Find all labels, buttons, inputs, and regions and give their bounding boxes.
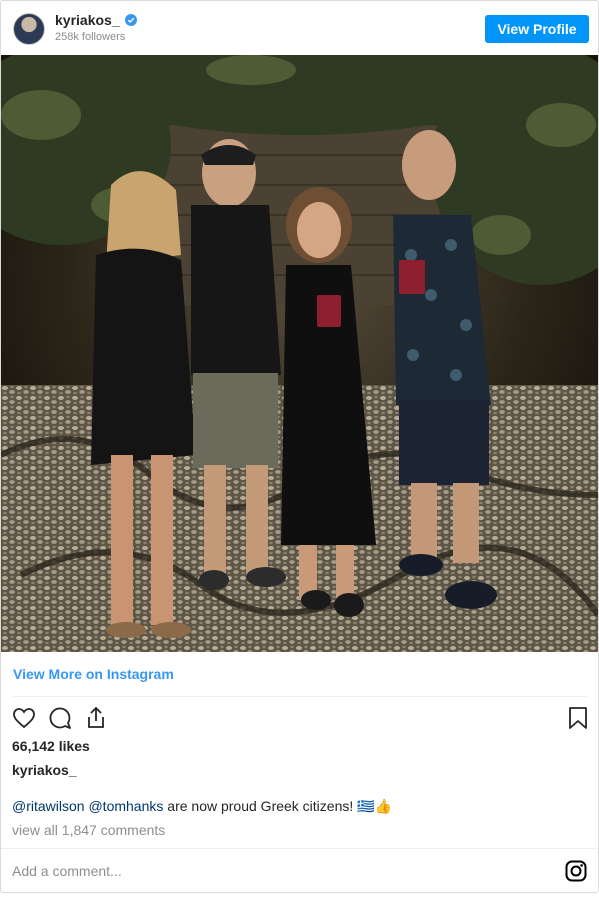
verified-badge-icon (124, 14, 137, 26)
instagram-icon[interactable] (565, 860, 587, 882)
post-owner-username[interactable]: kyriakos_ (12, 762, 77, 778)
follower-count: 258k followers (55, 31, 126, 43)
post-header: kyriakos_ 258k followers View Profile (1, 1, 598, 55)
mention-link[interactable]: @ritawilson (12, 798, 85, 814)
post-image[interactable] (1, 55, 598, 652)
post-caption: @ritawilson @tomhanks are now proud Gree… (12, 798, 392, 815)
username-row: kyriakos_ (55, 12, 137, 28)
heart-icon[interactable] (11, 705, 37, 731)
action-bar (11, 705, 589, 731)
share-icon[interactable] (83, 705, 109, 731)
username[interactable]: kyriakos_ (55, 12, 120, 28)
divider (13, 696, 587, 697)
caption-text: are now proud Greek citizens! 🇬🇷👍 (163, 798, 393, 814)
instagram-embed-card: kyriakos_ 258k followers View Profile Vi… (0, 0, 599, 893)
add-comment-input[interactable]: Add a comment... (12, 863, 122, 879)
view-profile-button[interactable]: View Profile (485, 15, 589, 43)
mention-text[interactable]: @tomhanks (88, 798, 163, 814)
view-all-comments-link[interactable]: view all 1,847 comments (12, 822, 165, 838)
divider (1, 848, 598, 849)
comment-icon[interactable] (47, 705, 73, 731)
bookmark-icon[interactable] (565, 705, 591, 731)
avatar[interactable] (13, 13, 45, 45)
view-more-link[interactable]: View More on Instagram (13, 666, 174, 682)
like-count[interactable]: 66,142 likes (12, 738, 90, 754)
mention-link[interactable]: @tomhanks (88, 798, 163, 814)
